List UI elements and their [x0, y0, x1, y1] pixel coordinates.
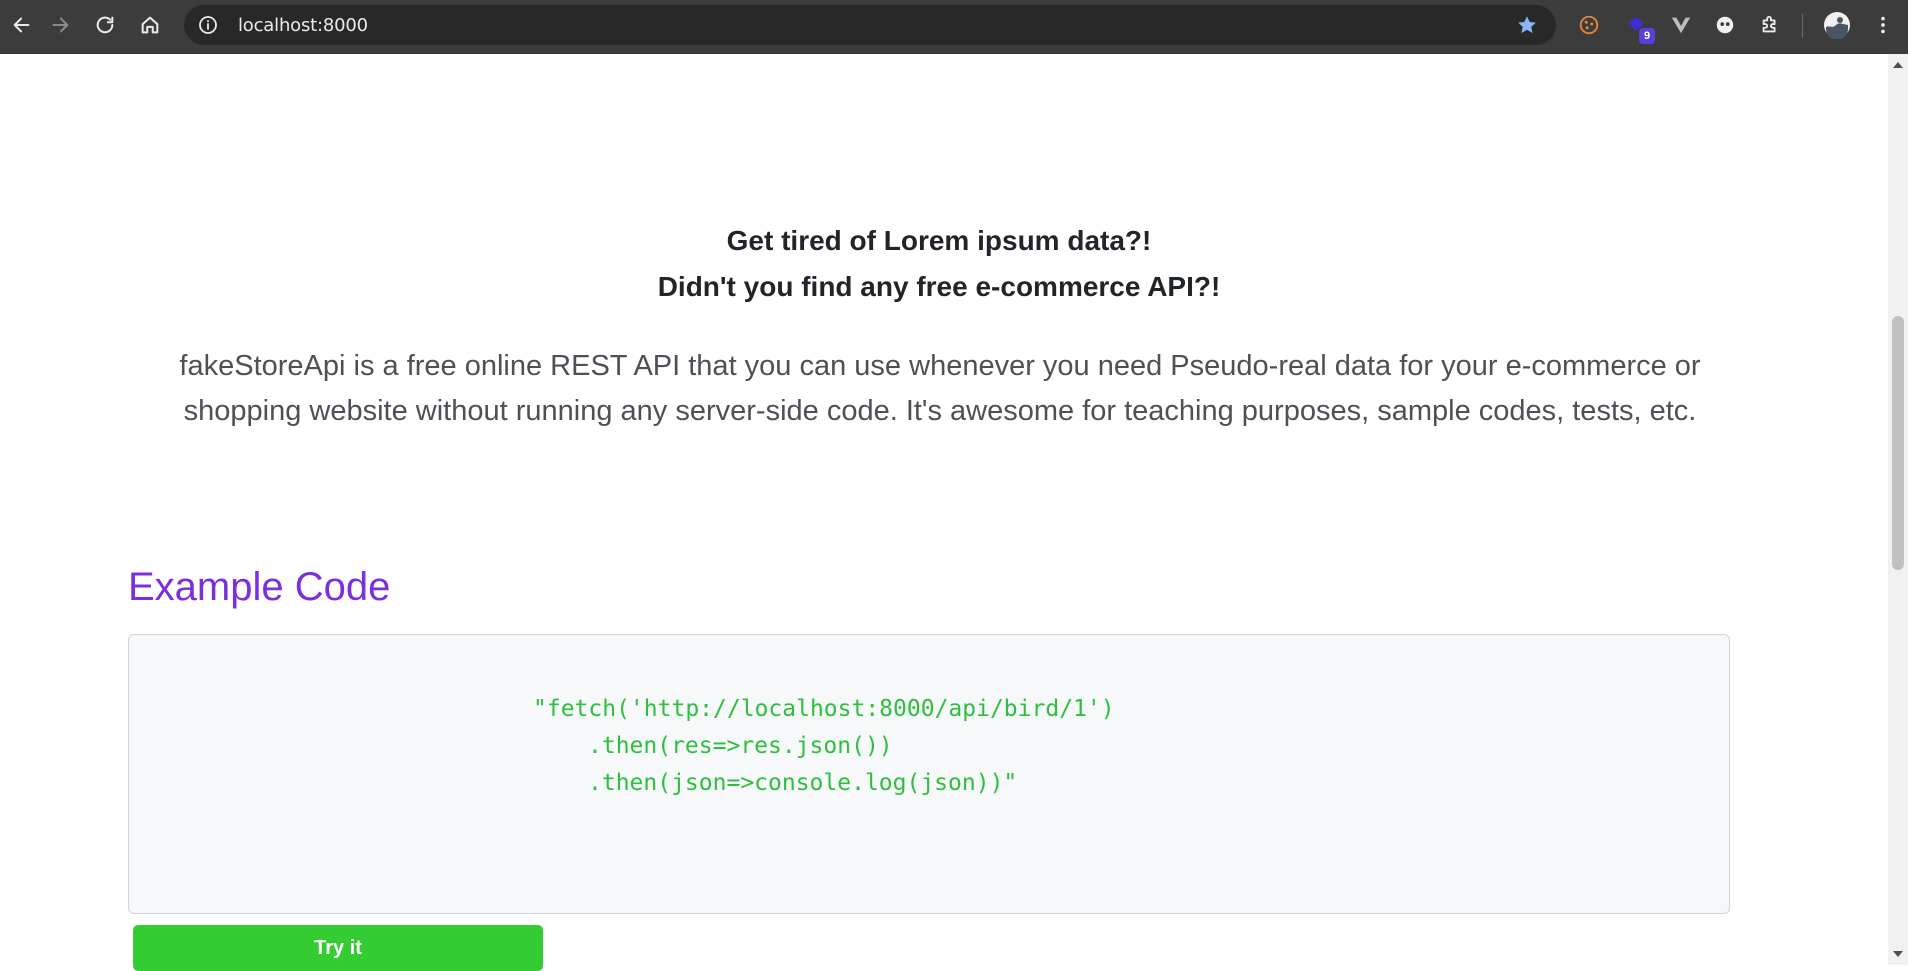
site-info-icon[interactable]	[198, 15, 218, 35]
extension-icon[interactable]: 9	[1621, 10, 1655, 44]
intro-description: fakeStoreApi is a free online REST API t…	[179, 350, 1701, 427]
page-scrollbar[interactable]	[1888, 54, 1908, 965]
cookie-extension-icon[interactable]	[1574, 10, 1604, 40]
menu-kebab-icon[interactable]	[1868, 10, 1898, 40]
address-bar[interactable]: localhost:8000	[184, 5, 1556, 45]
toolbar-divider	[1802, 14, 1803, 38]
scroll-down-arrow-icon[interactable]	[1893, 951, 1903, 957]
back-icon	[13, 17, 30, 33]
try-it-button[interactable]: Try it	[133, 925, 543, 971]
page-content: Get tired of Lorem ipsum data?! Didn't y…	[0, 54, 1888, 971]
code-line: .then(json=>console.log(json))"	[588, 770, 1018, 796]
code-block: "fetch('http://localhost:8000/api/bird/1…	[128, 634, 1730, 914]
browser-toolbar: localhost:8000 9	[0, 0, 1908, 54]
home-button[interactable]	[128, 3, 172, 47]
example-code-title: Example Code	[128, 565, 391, 609]
reload-icon	[96, 16, 114, 34]
tagline-line-1: Get tired of Lorem ipsum data?!	[726, 225, 1152, 256]
extensions-puzzle-icon[interactable]	[1755, 10, 1785, 40]
vue-devtools-icon[interactable]	[1666, 10, 1696, 40]
bookmark-star-icon[interactable]	[1516, 14, 1538, 36]
extension-badge: 9	[1639, 28, 1655, 44]
forward-button[interactable]	[38, 3, 82, 47]
code-line: .then(res=>res.json())	[588, 733, 893, 759]
code-line: "fetch('http://localhost:8000/api/bird/1…	[533, 696, 1115, 722]
scroll-up-arrow-icon[interactable]	[1893, 62, 1903, 68]
home-icon	[141, 16, 159, 34]
reload-button[interactable]	[83, 3, 127, 47]
tagline-line-2: Didn't you find any free e-commerce API?…	[657, 271, 1221, 302]
scrollbar-thumb[interactable]	[1892, 316, 1904, 570]
extension-icon[interactable]	[1710, 10, 1740, 40]
forward-icon	[52, 17, 69, 33]
url-text[interactable]: localhost:8000	[238, 15, 368, 36]
profile-avatar-icon[interactable]	[1822, 10, 1852, 40]
